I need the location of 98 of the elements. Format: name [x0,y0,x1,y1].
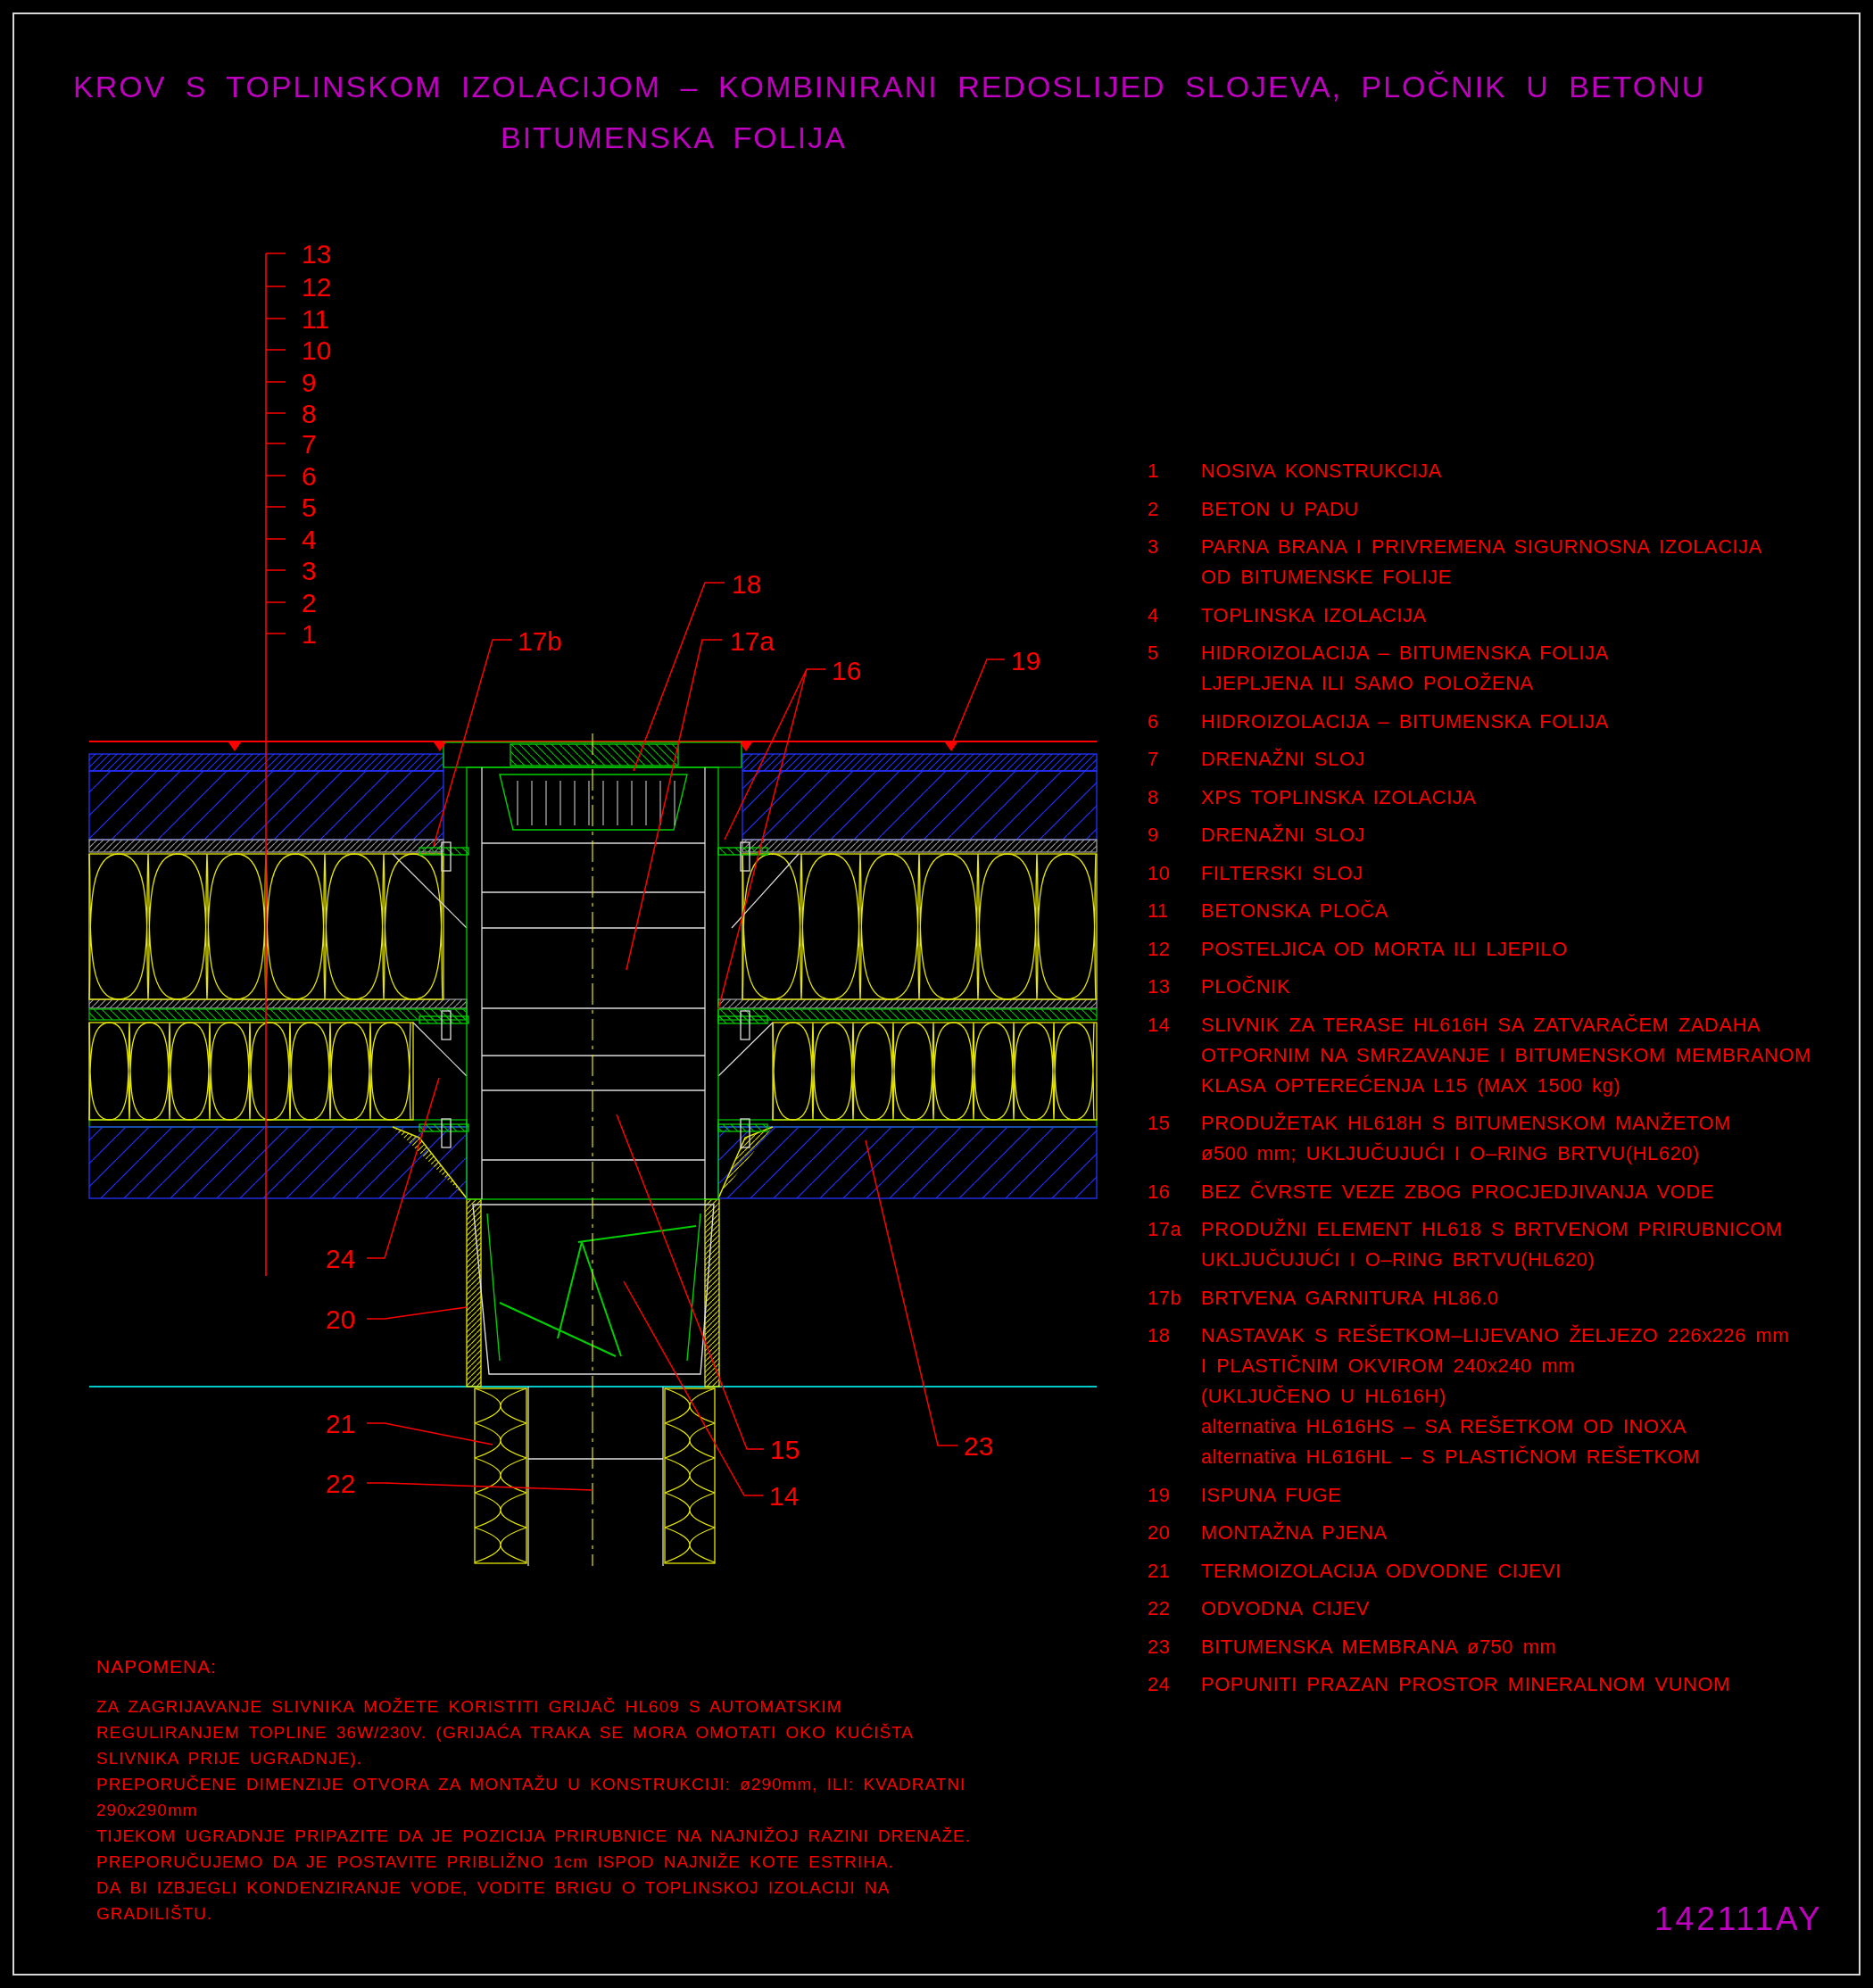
legend-text: ODVODNA CIJEV [1201,1596,1370,1621]
legend-text: BITUMENSKA MEMBRANA ø750 mm [1201,1634,1557,1660]
legend-number: 7 [1148,747,1160,772]
legend-text: FILTERSKI SLOJ [1201,860,1363,886]
legend-text: alternativa HL616HL – S PLASTIČNOM REŠETKOM [1201,1445,1702,1470]
legend-text: LJEPLJENA ILI SAMO POLOŽENA [1201,671,1535,696]
legend-number: 18 [1148,1323,1172,1348]
legend-number: 13 [1148,974,1172,999]
legend-text: OD BITUMENSKE FOLIJE [1201,565,1453,590]
legend-number: 24 [1148,1672,1172,1697]
legend-number: 12 [1148,936,1172,962]
legend-text: BRTVENA GARNITURA HL86.0 [1201,1285,1499,1311]
legend-text: ø500 mm; UKLJUČUJUĆI I O–RING BRTVU(HL620) [1201,1141,1701,1166]
layer-number-label: 3 [302,556,317,585]
layer-number-label: 10 [302,335,332,365]
legend-number: 10 [1148,860,1172,886]
legend-text: I PLASTIČNIM OKVIROM 240x240 mm [1201,1354,1577,1379]
callout-label: 24 [326,1244,356,1273]
legend-number: 17b [1148,1285,1183,1311]
legend-text: POSTELJICA OD MORTA ILI LJEPILO [1201,936,1568,962]
legend-number: 15 [1148,1111,1172,1136]
layer-number-label: 1 [302,619,317,649]
notes-heading: NAPOMENA: [96,1655,219,1678]
layer-number-label: 2 [302,588,317,617]
legend-text: NASTAVAK S REŠETKOM–LIJEVANO ŽELJEZO 226x226 mm [1201,1323,1790,1348]
legend-number: 16 [1148,1179,1172,1205]
legend-text: ISPUNA FUGE [1201,1482,1342,1508]
legend-text: TOPLINSKA IZOLACIJA [1201,602,1427,628]
drawing-number: 142111AY [1654,1900,1823,1937]
note-line: DA BI IZBJEGLI KONDENZIRANJE VODE, VODITE BRIGU O TOPLINSKOJ IZOLACIJI NA [96,1876,891,1899]
note-line: PREPORUČUJEMO DA JE POSTAVITE PRIBLIŽNO 1cm ISPOD NAJNIŽE KOTE ESTRIHA. [96,1851,895,1873]
legend-text: HIDROIZOLACIJA – BITUMENSKA FOLIJA [1201,641,1609,666]
layer-number-label: 5 [302,493,317,522]
legend-text: DRENAŽNI SLOJ [1201,823,1366,848]
note-line: ZA ZAGRIJAVANJE SLIVNIKA MOŽETE KORISTITI GRIJAČ HL609 S AUTOMATSKIM [96,1695,843,1718]
legend-number: 17a [1148,1217,1183,1242]
callout-label: 20 [326,1305,356,1334]
callout-label: 16 [832,656,862,685]
legend-number: 9 [1148,823,1160,848]
callout-label: 22 [326,1469,356,1498]
legend-number: 20 [1148,1520,1172,1545]
note-line: TIJEKOM UGRADNJE PRIPAZITE DA JE POZICIJA PRIRUBNICE NA NAJNIŽOJ RAZINI DRENAŽE. [96,1825,973,1847]
callout-label: 23 [964,1431,994,1461]
legend-text: PARNA BRANA I PRIVREMENA SIGURNOSNA IZOLACIJA [1201,534,1762,559]
layer-number-label: 8 [302,399,317,428]
note-line: 290x290mm [96,1799,199,1821]
legend-text: XPS TOPLINSKA IZOLACIJA [1201,784,1477,810]
drawing-title: KROV S TOPLINSKOM IZOLACIJOM – KOMBINIRANI REDOSLIJED SLOJEVA, PLOČNIK U BETONU [73,69,1706,105]
note-line: PREPORUČENE DIMENZIJE OTVORA ZA MONTAŽU U KONSTRUKCIJI: ø290mm, ILI: KVADRATNI [96,1773,967,1795]
layer-number-label: 9 [302,368,317,397]
legend-number: 11 [1148,899,1170,924]
note-line: GRADILIŠTU. [96,1902,214,1925]
legend-number: 8 [1148,784,1160,810]
legend-text: BETONSKA PLOČA [1201,899,1388,924]
legend-text: OTPORNIM NA SMRZAVANJE I BITUMENSKOM MEMBRANOM [1201,1042,1811,1068]
legend-text: KLASA OPTEREĆENJA L15 (MAX 1500 kg) [1201,1073,1622,1098]
callout-label: 19 [1011,646,1041,675]
legend-number: 3 [1148,534,1160,559]
legend-number: 2 [1148,496,1160,522]
legend-number: 22 [1148,1596,1172,1621]
legend-text: HIDROIZOLACIJA – BITUMENSKA FOLIJA [1201,708,1609,734]
legend-number: 4 [1148,602,1160,628]
legend-text: MONTAŽNA PJENA [1201,1520,1388,1545]
legend-text: UKLJUČUJUĆI I O–RING BRTVU(HL620) [1201,1247,1596,1272]
layer-number-label: 6 [302,461,317,491]
legend-number: 1 [1148,459,1160,484]
legend-text: SLIVNIK ZA TERASE HL616H SA ZATVARAČEM ZADAHA [1201,1012,1762,1038]
layer-number-label: 13 [302,239,332,269]
legend-text: alternativa HL616HS – SA REŠETKOM OD INOXA [1201,1414,1687,1439]
layer-number-label: 7 [302,429,317,459]
legend-number: 14 [1148,1012,1172,1038]
legend-number: 6 [1148,708,1160,734]
callout-label: 14 [769,1481,800,1511]
layer-number-label: 4 [302,525,317,554]
legend-number: 19 [1148,1482,1172,1508]
legend-text: PLOČNIK [1201,974,1291,999]
drawing-title: BITUMENSKA FOLIJA [501,120,847,156]
callout-label: 15 [770,1435,800,1464]
layer-number-label: 11 [302,304,330,334]
legend-text: (UKLJUČENO U HL616H) [1201,1384,1447,1409]
legend-text: BEZ ČVRSTE VEZE ZBOG PROCJEDJIVANJA VODE [1201,1179,1715,1205]
legend-text: DRENAŽNI SLOJ [1201,747,1366,772]
legend-number: 21 [1148,1558,1172,1584]
callout-label: 18 [732,569,762,599]
legend-text: PRODUŽNI ELEMENT HL618 S BRTVENOM PRIRUBNICOM [1201,1217,1783,1242]
legend-number: 23 [1148,1634,1172,1660]
legend-text: POPUNITI PRAZAN PROSTOR MINERALNOM VUNOM [1201,1672,1730,1697]
layer-number-label: 12 [302,272,332,302]
legend-number: 5 [1148,641,1160,666]
note-line: REGULIRANJEM TOPLINE 36W/230V. (GRIJAĆA TRAKA SE MORA OMOTATI OKO KUĆIŠTA [96,1721,915,1744]
legend-text: TERMOIZOLACIJA ODVODNE CIJEVI [1201,1558,1562,1584]
legend-text: BETON U PADU [1201,496,1359,522]
callout-label: 17a [730,626,775,656]
legend-text: PRODUŽETAK HL618H S BITUMENSKOM MANŽETOM [1201,1111,1731,1136]
callout-label: 21 [326,1409,356,1438]
note-line: SLIVNIKA PRIJE UGRADNJE). [96,1747,363,1769]
callout-label: 17b [518,626,563,656]
legend-text: NOSIVA KONSTRUKCIJA [1201,459,1442,484]
